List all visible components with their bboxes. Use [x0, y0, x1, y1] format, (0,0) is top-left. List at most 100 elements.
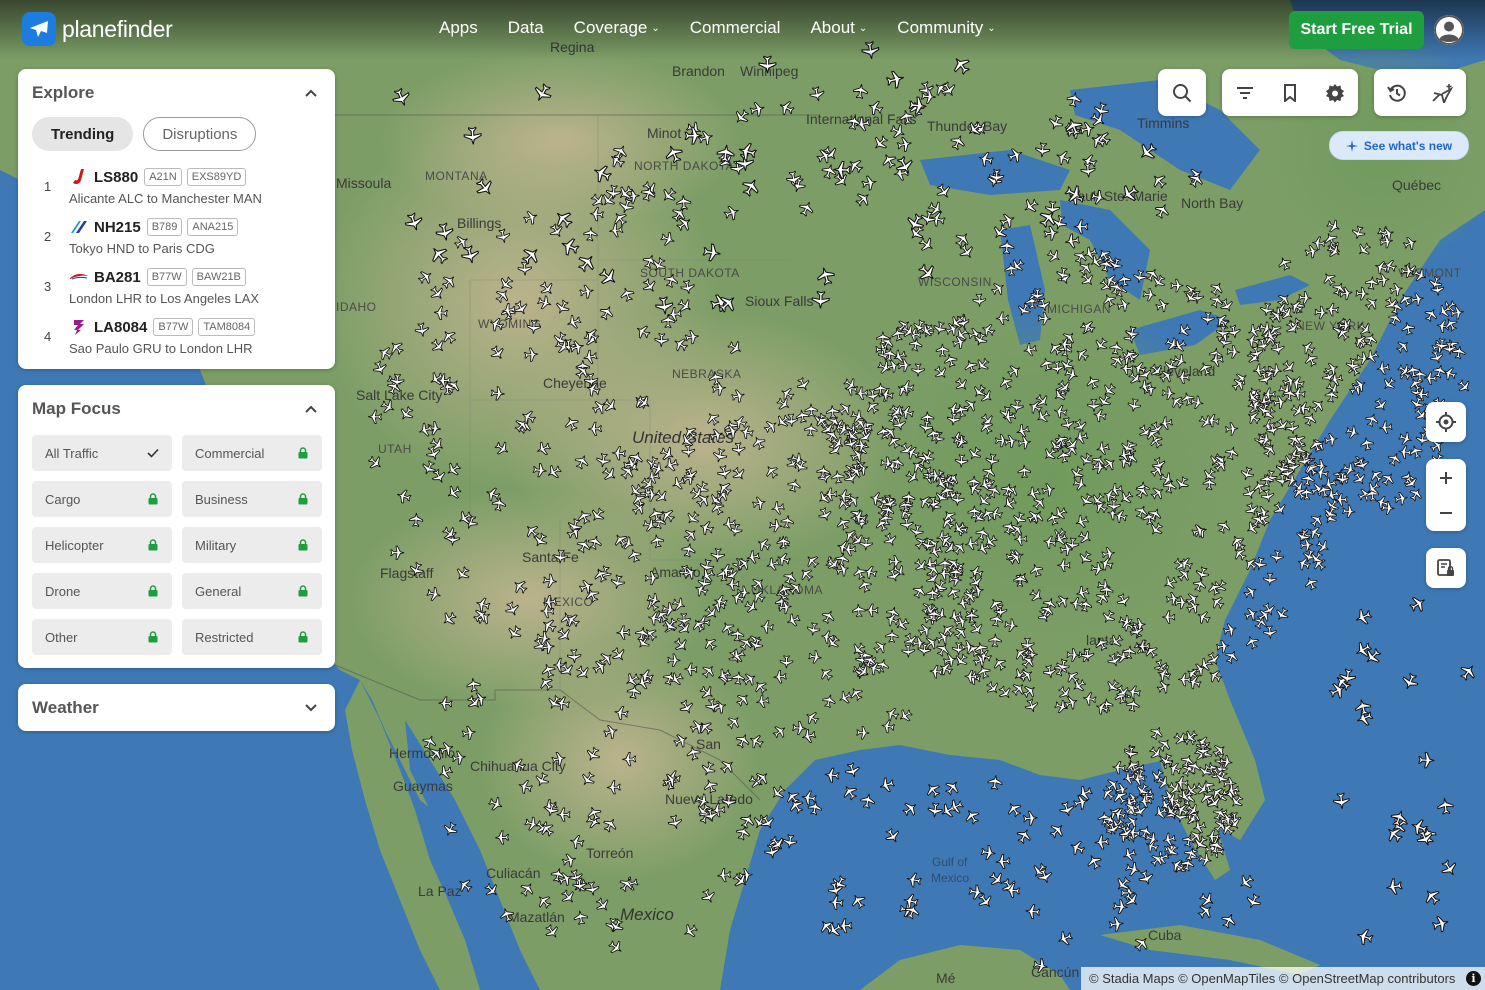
zoom-in-button[interactable]	[1426, 460, 1466, 495]
gear-icon	[1326, 83, 1345, 102]
start-free-trial-button[interactable]: Start Free Trial	[1289, 11, 1424, 49]
locate-me-button[interactable]	[1426, 402, 1466, 442]
nav-commercial[interactable]: Commercial	[690, 18, 781, 38]
focus-helicopter[interactable]: Helicopter	[32, 527, 172, 563]
weather-panel[interactable]: Weather	[18, 684, 335, 731]
panel-title: Explore	[32, 83, 95, 102]
minus-icon	[1440, 511, 1452, 514]
lock-icon	[147, 538, 159, 552]
nav-community[interactable]: Community ⌄	[897, 18, 995, 38]
plane-logo-icon	[22, 12, 56, 46]
map-label-culiacan: Culiacán	[486, 865, 540, 881]
map-label-quebec: Québec	[1392, 177, 1441, 193]
lock-icon	[297, 584, 309, 598]
top-navigation: planefinder Apps Data Coverage ⌄ Commerci…	[0, 0, 1485, 60]
zoom-out-button[interactable]	[1426, 495, 1466, 530]
attribution-text: © Stadia Maps © OpenMapTiles © OpenStree…	[1089, 971, 1456, 986]
nav-data[interactable]: Data	[508, 18, 544, 38]
lock-icon	[147, 630, 159, 644]
bookmark-icon	[1283, 83, 1296, 102]
map-label-la-paz: La Paz	[418, 883, 462, 899]
ai-flight-button[interactable]	[1425, 75, 1461, 111]
sparkle-icon	[1345, 139, 1358, 152]
focus-restricted[interactable]: Restricted	[182, 619, 322, 655]
flight-number: LA8084	[94, 318, 148, 336]
filter-button[interactable]	[1227, 75, 1263, 111]
focus-military[interactable]: Military	[182, 527, 322, 563]
settings-button[interactable]	[1317, 75, 1353, 111]
main-nav: Apps Data Coverage ⌄ Commercial About ⌄ Co…	[439, 18, 1026, 38]
whats-new-button[interactable]: See what's new	[1329, 131, 1469, 160]
map-label-torreon: Torreón	[586, 845, 633, 861]
explore-header[interactable]: Explore	[18, 69, 335, 117]
map-label-gulf-2: Mexico	[931, 871, 969, 885]
focus-other[interactable]: Other	[32, 619, 172, 655]
focus-all-traffic[interactable]: All Traffic	[32, 435, 172, 471]
flight-number: NH215	[94, 218, 141, 236]
focus-label: Other	[45, 629, 78, 645]
explore-tabs: Trending Disruptions	[18, 117, 335, 151]
callsign-tag: ANA215	[187, 218, 239, 236]
info-icon[interactable]: i	[1466, 971, 1481, 986]
map-label-cuba: Cuba	[1148, 927, 1182, 943]
history-icon	[1387, 84, 1406, 102]
trending-flight-row[interactable]: 1 LS880 A21N EXS89YD Alicante ALC to Man…	[32, 161, 321, 211]
jet2-logo-icon	[69, 168, 89, 186]
map-label-cheyenne: Cheyenne	[543, 375, 607, 391]
tab-disruptions[interactable]: Disruptions	[143, 117, 257, 151]
trending-flight-row[interactable]: 3 BA281 B77W BAW21B London LHR to Los An…	[32, 261, 321, 311]
focus-label: Military	[195, 537, 237, 553]
callsign-tag: TAM8084	[198, 318, 256, 336]
focus-label: All Traffic	[45, 445, 99, 461]
map-label-wisconsin: WISCONSIN	[918, 275, 992, 289]
map-label-sioux-falls: Sioux Falls	[745, 293, 813, 309]
flight-route: Tokyo HND to Paris CDG	[69, 241, 215, 256]
chevron-down-icon[interactable]	[301, 698, 321, 718]
document-lock-icon	[1437, 559, 1454, 576]
weather-header[interactable]: Weather	[18, 684, 335, 731]
nav-about[interactable]: About ⌄	[810, 18, 867, 38]
trending-flight-row[interactable]: 4 LA8084 B77W TAM8084 Sao Paulo GRU to L…	[32, 311, 321, 357]
chevron-up-icon[interactable]	[301, 399, 321, 419]
playback-tool-group	[1374, 69, 1466, 116]
search-button[interactable]	[1164, 75, 1200, 111]
chevron-up-icon[interactable]	[301, 83, 321, 103]
chevron-down-icon: ⌄	[987, 22, 996, 34]
bookmark-button[interactable]	[1272, 75, 1308, 111]
map-focus-header[interactable]: Map Focus	[18, 385, 335, 433]
panel-title: Weather	[32, 697, 99, 717]
flight-route: Alicante ALC to Manchester MAN	[69, 191, 262, 206]
search-icon	[1173, 83, 1192, 102]
lock-icon	[297, 446, 309, 460]
search-tool-group	[1158, 69, 1206, 116]
focus-business[interactable]: Business	[182, 481, 322, 517]
aircraft-type-tag: A21N	[144, 168, 182, 186]
tab-trending[interactable]: Trending	[32, 117, 134, 151]
map-label-san-antonio: San	[696, 736, 721, 752]
whats-new-label: See what's new	[1363, 138, 1453, 153]
nav-apps[interactable]: Apps	[439, 18, 478, 38]
history-button[interactable]	[1379, 75, 1415, 111]
focus-drone[interactable]: Drone	[32, 573, 172, 609]
focus-cargo[interactable]: Cargo	[32, 481, 172, 517]
nav-label: Commercial	[689, 18, 781, 37]
focus-label: General	[195, 583, 242, 599]
brand-name-bold: plane	[62, 15, 117, 42]
trending-flight-row[interactable]: 2 NH215 B789 ANA215 Tokyo HND to Paris C…	[32, 211, 321, 261]
nav-coverage[interactable]: Coverage ⌄	[574, 18, 660, 38]
lock-icon	[147, 492, 159, 506]
flight-route: London LHR to Los Angeles LAX	[69, 291, 260, 306]
callsign-tag: BAW21B	[191, 268, 246, 286]
crosshair-icon	[1436, 412, 1456, 432]
lock-icon	[297, 630, 309, 644]
focus-commercial[interactable]: Commercial	[182, 435, 322, 471]
map-label-north-bay: North Bay	[1181, 195, 1243, 211]
brand-name: planefinder	[62, 16, 173, 43]
explore-panel: Explore Trending Disruptions 1 LS880 A21…	[18, 69, 335, 369]
flight-number: BA281	[94, 268, 141, 286]
user-account-button[interactable]	[1434, 15, 1464, 45]
focus-label: Commercial	[195, 445, 265, 461]
planefinder-logo[interactable]: planefinder	[22, 12, 173, 46]
saved-view-button[interactable]	[1426, 548, 1466, 588]
focus-general[interactable]: General	[182, 573, 322, 609]
